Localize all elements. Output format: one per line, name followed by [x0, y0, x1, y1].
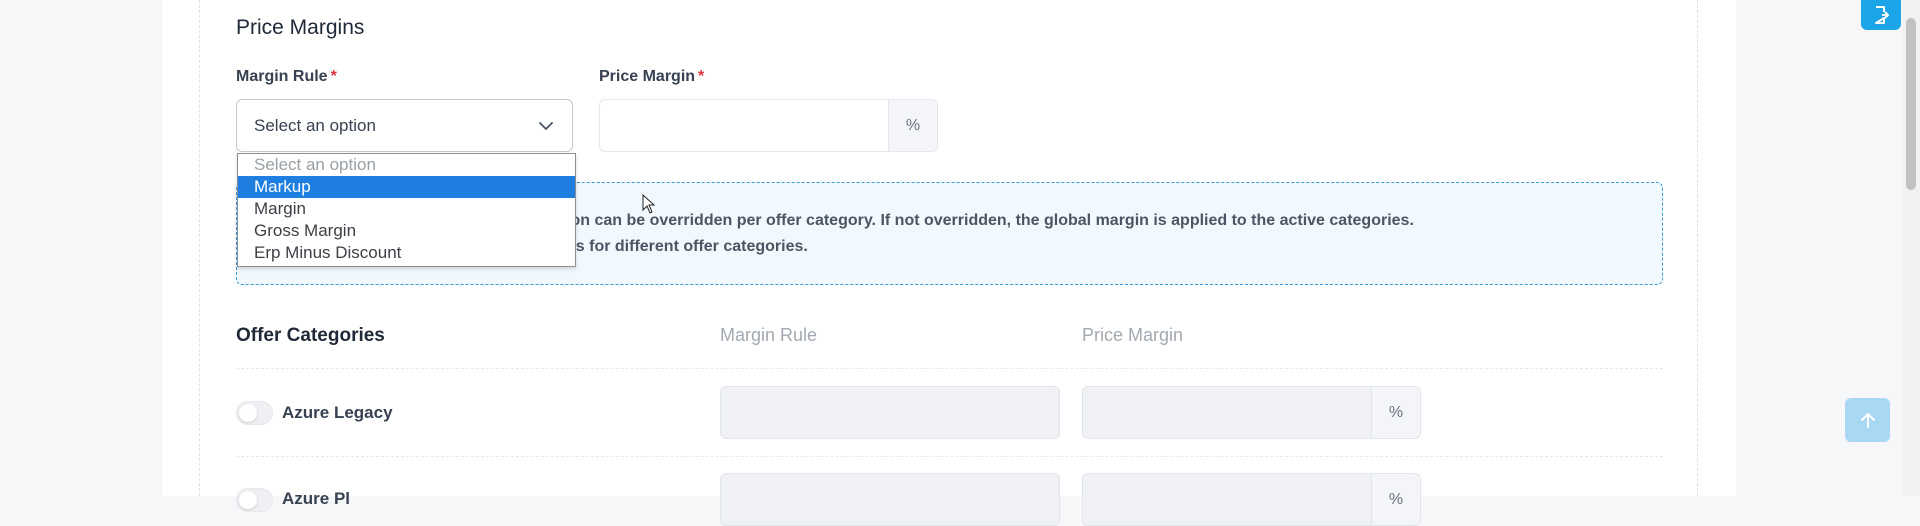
- option-margin[interactable]: Margin: [238, 198, 575, 220]
- divider: [236, 456, 1663, 457]
- chevron-down-icon: [538, 118, 554, 139]
- required-mark: *: [330, 68, 337, 85]
- percent-suffix: %: [1372, 387, 1420, 438]
- scroll-to-top-button[interactable]: [1845, 398, 1890, 442]
- margin-rule-label: Margin Rule *: [236, 68, 337, 86]
- price-margin-label-text: Price Margin: [599, 68, 696, 85]
- offer-categories-title: Offer Categories: [236, 325, 385, 346]
- column-header-price-margin: Price Margin: [1082, 325, 1184, 345]
- section-title: Price Margins: [236, 16, 365, 39]
- category-toggle-azure-legacy[interactable]: [236, 401, 273, 425]
- price-margin-input[interactable]: [600, 100, 889, 151]
- mouse-cursor-icon: [642, 193, 656, 219]
- percent-suffix: %: [889, 100, 937, 151]
- required-mark: *: [698, 68, 705, 85]
- option-select-an-option[interactable]: Select an option: [238, 154, 575, 176]
- category-price-margin-input: [1083, 387, 1372, 438]
- page-scrollbar[interactable]: [1902, 0, 1920, 496]
- option-gross-margin[interactable]: Gross Margin: [238, 220, 575, 242]
- option-markup[interactable]: Markup: [238, 176, 575, 198]
- price-margin-input-group: %: [599, 99, 938, 152]
- category-margin-rule-select: [720, 386, 1060, 439]
- info-text-line-1: ion can be overridden per offer category…: [566, 212, 1414, 229]
- arrow-up-icon: [1860, 413, 1875, 428]
- category-name: Azure Legacy: [282, 403, 393, 422]
- price-margin-label: Price Margin *: [599, 68, 704, 86]
- margin-rule-select[interactable]: Select an option: [236, 99, 573, 152]
- margin-rule-label-text: Margin Rule: [236, 68, 328, 85]
- option-erp-minus-discount[interactable]: Erp Minus Discount: [238, 242, 575, 264]
- margin-rule-dropdown: Select an option Markup Margin Gross Mar…: [237, 153, 576, 267]
- category-price-margin-group: %: [1082, 473, 1421, 526]
- category-toggle-azure-pl[interactable]: [236, 488, 273, 512]
- category-price-margin-group: %: [1082, 386, 1421, 439]
- category-margin-rule-select: [720, 473, 1060, 526]
- price-margins-card: Price Margins Margin Rule * Price Margin *…: [162, 0, 1736, 526]
- info-text-line-2: ns for different offer categories.: [566, 238, 808, 255]
- category-price-margin-input: [1083, 474, 1372, 525]
- scrollbar-thumb[interactable]: [1906, 18, 1916, 190]
- column-header-margin-rule: Margin Rule: [720, 325, 818, 345]
- exit-icon[interactable]: [1861, 0, 1901, 30]
- category-name: Azure Pl: [282, 489, 351, 508]
- percent-suffix: %: [1372, 474, 1420, 525]
- divider: [236, 368, 1663, 369]
- margin-rule-select-value: Select an option: [254, 116, 376, 135]
